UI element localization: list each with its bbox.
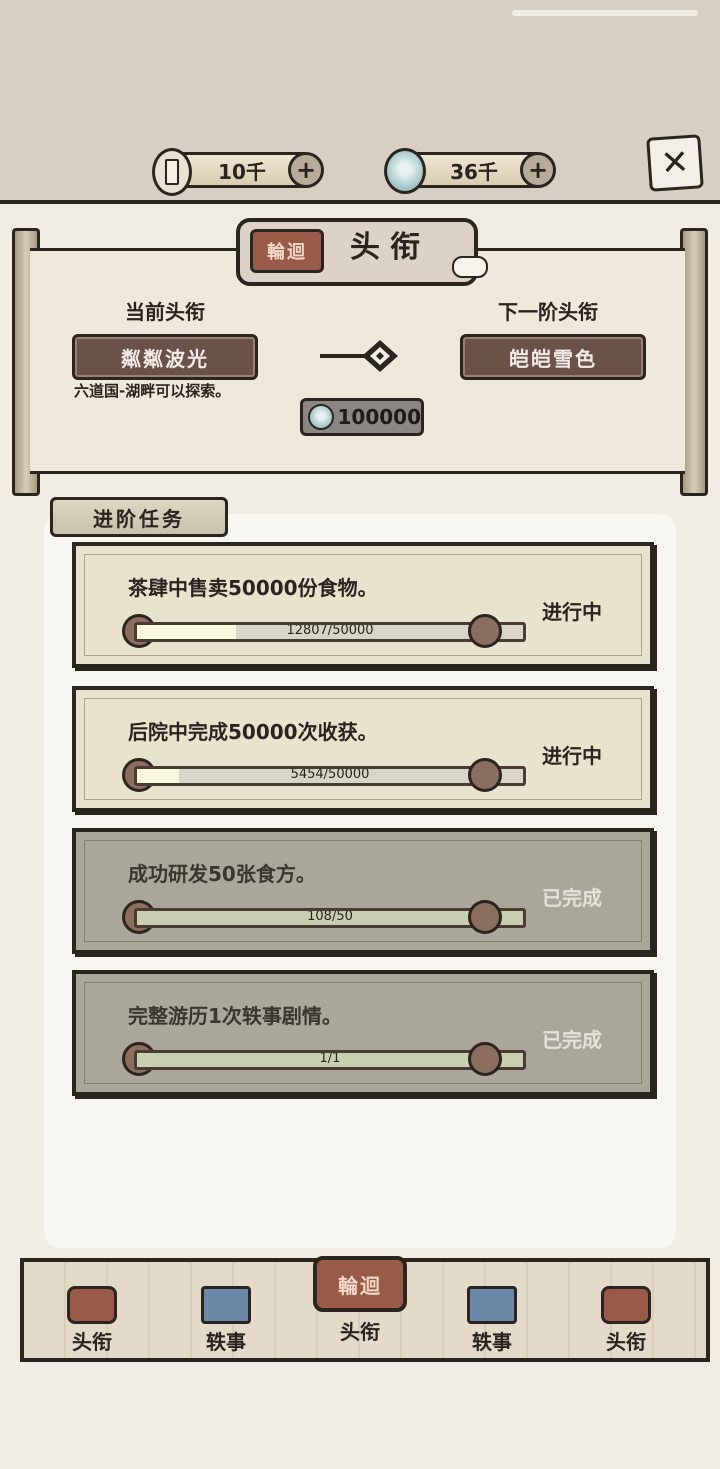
seal-icon (67, 1286, 117, 1324)
task-card[interactable]: 后院中完成50000次收获。 5454/50000 进行中 (72, 686, 654, 812)
gem-icon (384, 148, 426, 194)
current-title-plate: 粼粼波光 (72, 334, 258, 380)
add-coins-button[interactable]: + (288, 152, 324, 188)
nav-item-label: 头衔 (72, 1330, 112, 1354)
add-gems-button[interactable]: + (520, 152, 556, 188)
task-status: 进行中 (542, 744, 602, 768)
page-title: 头衔 (350, 230, 430, 265)
task-progress-text: 108/50 (307, 909, 353, 924)
seal-icon: 輪迴 (313, 1256, 407, 1312)
gem-icon (308, 404, 334, 430)
task-progress-text: 12807/50000 (286, 623, 374, 638)
reincarnation-seal-icon: 輪迴 (250, 229, 324, 273)
bar-knob-right-icon (468, 1042, 502, 1076)
nav-item-anecdote-2[interactable]: 轶事 (462, 1286, 522, 1355)
cloud-decoration-icon (452, 256, 488, 278)
nav-item-label: 轶事 (206, 1330, 246, 1354)
scroll-icon (201, 1286, 251, 1324)
home-indicator (512, 10, 698, 16)
nav-item-label: 轶事 (472, 1330, 512, 1354)
nav-item-title-1[interactable]: 头衔 (62, 1286, 122, 1355)
nav-item-label: 头衔 (340, 1320, 380, 1344)
advancement-tasks-header: 进阶任务 (50, 497, 228, 537)
unlock-description: 六道国-湖畔可以探索。 (74, 382, 231, 400)
task-description: 完整游历1次轶事剧情。 (128, 1004, 342, 1028)
top-bar: 10千 + 36千 + ✕ (0, 0, 720, 204)
next-title-plate: 皑皑雪色 (460, 334, 646, 380)
nav-item-anecdote-1[interactable]: 轶事 (196, 1286, 256, 1355)
task-description: 茶肆中售卖50000份食物。 (128, 576, 378, 600)
task-description: 成功研发50张食方。 (128, 862, 316, 886)
bar-knob-right-icon (468, 900, 502, 934)
current-title-label: 当前头衔 (125, 300, 205, 324)
upgrade-cost[interactable]: 100000 (300, 398, 424, 436)
task-status: 进行中 (542, 600, 602, 624)
task-card[interactable]: 成功研发50张食方。 108/50 已完成 (72, 828, 654, 954)
task-description: 后院中完成50000次收获。 (128, 720, 378, 744)
task-card[interactable]: 茶肆中售卖50000份食物。 12807/50000 进行中 (72, 542, 654, 668)
scroll-icon (467, 1286, 517, 1324)
bar-knob-right-icon (468, 614, 502, 648)
seal-icon (601, 1286, 651, 1324)
task-progress-text: 5454/50000 (290, 767, 370, 782)
nav-item-title-2[interactable]: 头衔 (596, 1286, 656, 1355)
next-title-label: 下一阶头衔 (498, 300, 598, 324)
task-status: 已完成 (542, 886, 602, 910)
task-card[interactable]: 完整游历1次轶事剧情。 1/1 已完成 (72, 970, 654, 1096)
nav-item-title-center[interactable]: 輪迴 头衔 (312, 1256, 408, 1345)
upgrade-cost-amount: 100000 (337, 405, 422, 429)
task-status: 已完成 (542, 1028, 602, 1052)
bar-knob-right-icon (468, 758, 502, 792)
arrow-right-icon (320, 340, 398, 372)
coin-icon (152, 148, 192, 196)
close-button[interactable]: ✕ (646, 134, 704, 192)
task-progress-text: 1/1 (319, 1051, 341, 1066)
nav-item-label: 头衔 (606, 1330, 646, 1354)
